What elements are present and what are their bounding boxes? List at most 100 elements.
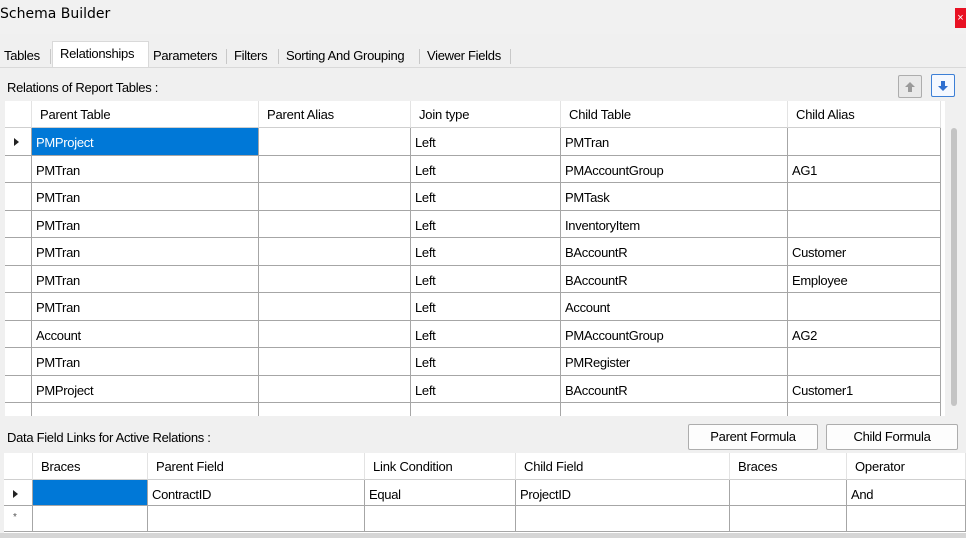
relations-row-header[interactable] [5, 265, 32, 293]
links-cell[interactable] [730, 480, 847, 506]
relations-cell[interactable]: Account [561, 293, 788, 321]
links-column-header[interactable]: Operator [847, 453, 966, 480]
relations-scrollbar-thumb[interactable] [951, 128, 957, 406]
links-cell[interactable] [516, 506, 730, 532]
relations-cell[interactable]: PMProject [32, 375, 259, 403]
relations-row-header[interactable] [5, 128, 32, 156]
links-column-header[interactable]: Parent Field [148, 453, 365, 480]
links-column-header[interactable]: Braces [33, 453, 148, 480]
move-down-button[interactable] [931, 74, 955, 97]
relations-cell[interactable]: Left [411, 183, 561, 211]
relations-cell[interactable]: PMTran [32, 210, 259, 238]
tab-sorting-and-grouping[interactable]: Sorting And Grouping [286, 44, 405, 67]
relations-cell[interactable] [259, 265, 411, 293]
relations-row-header[interactable] [5, 375, 32, 403]
relations-cell[interactable]: Left [411, 348, 561, 376]
relations-cell[interactable] [259, 238, 411, 266]
relations-row-header[interactable] [5, 403, 32, 416]
relations-cell[interactable]: Left [411, 265, 561, 293]
links-cell[interactable]: Equal [365, 480, 516, 506]
relations-cell[interactable] [411, 403, 561, 416]
relations-cell[interactable]: PMAccountGroup [561, 155, 788, 183]
relations-column-header[interactable]: Parent Table [32, 101, 259, 128]
tab-parameters[interactable]: Parameters [153, 44, 218, 67]
relations-cell[interactable]: Left [411, 320, 561, 348]
relations-row-header[interactable] [5, 155, 32, 183]
tab-relationships[interactable]: Relationships [52, 41, 149, 68]
relations-cell[interactable]: PMRegister [561, 348, 788, 376]
links-cell[interactable] [33, 480, 148, 506]
relations-cell[interactable]: Account [32, 320, 259, 348]
relations-cell[interactable]: PMTran [32, 155, 259, 183]
tab-tables[interactable]: Tables [4, 44, 40, 67]
relations-cell[interactable] [259, 128, 411, 156]
tab-filters[interactable]: Filters [234, 44, 268, 67]
relations-row-header[interactable] [5, 293, 32, 321]
relations-cell[interactable]: Left [411, 128, 561, 156]
relations-cell[interactable]: PMAccountGroup [561, 320, 788, 348]
links-row-header[interactable]: * [4, 506, 33, 532]
relations-cell[interactable]: InventoryItem [561, 210, 788, 238]
relations-column-header[interactable]: Parent Alias [259, 101, 411, 128]
relations-cell[interactable]: BAccountR [561, 265, 788, 293]
relations-row-header[interactable] [5, 183, 32, 211]
relations-cell[interactable] [259, 183, 411, 211]
links-column-header[interactable]: Braces [730, 453, 847, 480]
links-cell[interactable]: ContractID [148, 480, 365, 506]
move-up-button[interactable] [898, 75, 922, 98]
relations-cell[interactable] [259, 375, 411, 403]
relations-cell[interactable]: Customer [788, 238, 941, 266]
links-cell[interactable]: ProjectID [516, 480, 730, 506]
relations-cell[interactable]: Left [411, 210, 561, 238]
relations-cell[interactable] [32, 403, 259, 416]
relations-cell[interactable] [259, 320, 411, 348]
links-cell[interactable] [847, 506, 966, 532]
links-cell[interactable] [148, 506, 365, 532]
relations-cell[interactable]: Left [411, 375, 561, 403]
relations-cell[interactable]: PMTran [561, 128, 788, 156]
relations-column-header[interactable]: Join type [411, 101, 561, 128]
relations-cell[interactable] [259, 155, 411, 183]
relations-row-header[interactable] [5, 238, 32, 266]
relations-cell[interactable] [259, 210, 411, 238]
relations-cell[interactable] [259, 403, 411, 416]
relations-cell[interactable]: Employee [788, 265, 941, 293]
relations-cell[interactable]: Left [411, 238, 561, 266]
links-row-header[interactable] [4, 480, 33, 506]
links-cell[interactable]: And [847, 480, 966, 506]
relations-cell[interactable]: AG2 [788, 320, 941, 348]
links-column-header[interactable]: Link Condition [365, 453, 516, 480]
relations-row-header[interactable] [5, 320, 32, 348]
child-formula-button[interactable]: Child Formula [826, 424, 958, 450]
relations-cell[interactable]: PMTask [561, 183, 788, 211]
relations-column-header[interactable]: Child Alias [788, 101, 941, 128]
relations-cell[interactable] [788, 210, 941, 238]
relations-cell[interactable] [788, 348, 941, 376]
links-cell[interactable] [33, 506, 148, 532]
links-cell[interactable] [730, 506, 847, 532]
tab-viewer-fields[interactable]: Viewer Fields [427, 44, 501, 67]
relations-cell[interactable]: BAccountR [561, 238, 788, 266]
relations-cell[interactable] [259, 293, 411, 321]
relations-cell[interactable]: PMTran [32, 238, 259, 266]
relations-cell[interactable] [561, 403, 788, 416]
relations-cell[interactable] [788, 183, 941, 211]
relations-cell[interactable]: Left [411, 155, 561, 183]
relations-cell[interactable]: PMTran [32, 265, 259, 293]
relations-cell[interactable]: Customer1 [788, 375, 941, 403]
close-button[interactable]: × [955, 8, 966, 28]
relations-cell[interactable]: PMProject [32, 128, 259, 156]
relations-cell[interactable] [259, 348, 411, 376]
relations-cell[interactable]: PMTran [32, 183, 259, 211]
relations-cell[interactable] [788, 403, 941, 416]
relations-row-header[interactable] [5, 348, 32, 376]
relations-column-header[interactable]: Child Table [561, 101, 788, 128]
relations-cell[interactable] [788, 128, 941, 156]
relations-cell[interactable]: PMTran [32, 348, 259, 376]
links-column-header[interactable]: Child Field [516, 453, 730, 480]
relations-cell[interactable]: AG1 [788, 155, 941, 183]
links-cell[interactable] [365, 506, 516, 532]
relations-row-header[interactable] [5, 210, 32, 238]
relations-cell[interactable]: BAccountR [561, 375, 788, 403]
relations-cell[interactable] [788, 293, 941, 321]
